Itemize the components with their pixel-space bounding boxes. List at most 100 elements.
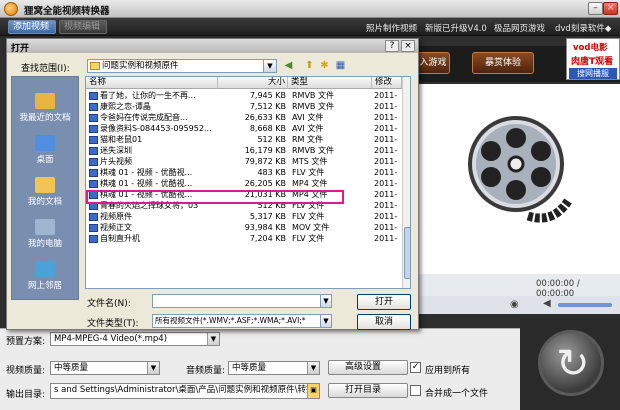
place-my-documents[interactable]: 我的文档 xyxy=(12,177,78,207)
convert-circle: ↻ xyxy=(538,330,604,396)
merge-checkbox[interactable] xyxy=(410,385,421,396)
scrollbar-thumb[interactable] xyxy=(404,227,410,279)
file-row[interactable]: 视频正文 93,984 KB MOV 文件 2011- xyxy=(86,222,402,233)
output-dir-input[interactable]: s and Settings\Administrator\桌面\产品\问题实例和… xyxy=(50,383,320,399)
file-modified: 2011- xyxy=(374,190,398,199)
link-web-games[interactable]: 极品网页游戏 xyxy=(494,22,545,34)
file-row[interactable]: 视频原件 5,317 KB FLV 文件 2011- xyxy=(86,211,402,222)
advanced-settings-button[interactable]: 高级设置 xyxy=(328,360,408,375)
column-header-name[interactable]: 名称 xyxy=(86,77,218,89)
file-modified: 2011- xyxy=(374,157,398,166)
place-recent-docs[interactable]: 我最近的文档 xyxy=(12,93,78,123)
file-size: 7,512 KB xyxy=(249,102,286,111)
back-icon[interactable]: ◀ xyxy=(282,60,295,72)
output-dir-label: 输出目录: xyxy=(6,390,46,400)
file-row[interactable]: 看了她，让你的一生不再... 7,945 KB RMVB 文件 2011- xyxy=(86,90,402,101)
place-label: 我的文档 xyxy=(27,197,62,207)
file-row[interactable]: 棋魂 01 - 视频 - 优酷视... 26,205 KB MP4 文件 2011- xyxy=(86,178,402,189)
apply-all-checkbox[interactable]: ✓ xyxy=(410,362,421,373)
file-type: RMVB 文件 xyxy=(292,102,334,111)
folder-icon[interactable]: ▣ xyxy=(307,384,319,398)
audio-quality-select[interactable]: 中等质量 ▼ xyxy=(228,361,320,375)
filetype-select[interactable]: 所有视频文件(*.WMV;*.ASF;*.WMA;*.AVI;* ▼ xyxy=(152,314,332,328)
file-row[interactable]: 自制直升机 7,204 KB FLV 文件 2011- xyxy=(86,233,402,244)
column-header-size[interactable]: 大小 xyxy=(218,77,288,89)
chevron-down-icon: ▼ xyxy=(320,315,331,327)
chevron-down-icon: ▼ xyxy=(207,333,219,345)
folder-icon xyxy=(90,62,100,70)
file-row[interactable]: 康熙之恋-谭晶 7,512 KB RMVB 文件 2011- xyxy=(86,101,402,112)
storm-experience-button[interactable]: 暴赏体验 xyxy=(472,52,534,74)
vod-ad-title: vod电影 xyxy=(573,43,608,53)
file-modified: 2011- xyxy=(374,135,398,144)
file-row[interactable]: 令爸妈在传说完成配音... 26,633 KB AVI 文件 2011- xyxy=(86,112,402,123)
vod-ad-banner[interactable]: vod电影 肉唐T观看 搜网播服 xyxy=(566,38,620,80)
file-modified: 2011- xyxy=(374,124,398,133)
dialog-help-button[interactable]: ? xyxy=(385,40,399,52)
desktop-icon xyxy=(35,135,55,151)
file-row[interactable]: 录像资料S-084453-095952... 8,668 KB AVI 文件 2011… xyxy=(86,123,402,134)
video-file-icon xyxy=(89,158,98,166)
place-network-places[interactable]: 网上邻居 xyxy=(12,261,78,291)
minimize-button[interactable]: – xyxy=(588,2,603,15)
new-folder-icon[interactable]: ✱ xyxy=(318,60,331,72)
enter-game-button[interactable]: 入游戏 xyxy=(416,52,450,74)
file-row[interactable]: 片头视频 79,872 KB MTS 文件 2011- xyxy=(86,156,402,167)
file-size: 483 KB xyxy=(257,168,286,177)
file-row[interactable]: 棋魂 01 - 视频 - 优酷视... 483 KB FLV 文件 2011- xyxy=(86,167,402,178)
merge-label: 合并成一个文件 xyxy=(425,389,489,399)
link-dvd-burn[interactable]: dvd刻录软件◆ xyxy=(555,22,611,34)
close-button[interactable]: × xyxy=(603,2,618,15)
highlight-annotation xyxy=(86,190,344,204)
video-file-icon xyxy=(89,235,98,243)
dialog-title-bar: 打开 ? × xyxy=(7,39,418,54)
up-folder-icon[interactable]: ⬆ xyxy=(303,60,316,72)
file-name: 视频原件 xyxy=(100,212,132,221)
vertical-scrollbar[interactable] xyxy=(402,77,410,288)
link-photo-video[interactable]: 照片制作视频 xyxy=(366,22,417,34)
video-file-icon xyxy=(89,125,98,133)
column-header-modified[interactable]: 修改 xyxy=(372,77,402,89)
place-label: 我的电脑 xyxy=(27,239,62,249)
cancel-button[interactable]: 取消 xyxy=(357,314,411,330)
volume-icon[interactable]: ◀ xyxy=(543,298,551,309)
open-directory-button[interactable]: 打开目录 xyxy=(328,383,408,398)
file-size: 26,205 KB xyxy=(244,179,286,188)
link-upgrade[interactable]: 新版已升级V4.0 xyxy=(425,22,487,34)
lookin-combo[interactable]: 问题实例和视频原件 ▼ xyxy=(87,59,277,73)
vod-ad-slogan: 肉唐T观看 xyxy=(571,57,614,67)
column-header-type[interactable]: 类型 xyxy=(288,77,372,89)
file-modified: 2011- xyxy=(374,102,398,111)
file-list[interactable]: 名称 大小 类型 修改 看了她，让你的一生不再... 7,945 KB RMVB 文… xyxy=(85,76,411,289)
file-name: 棋魂 01 - 视频 - 优酷视... xyxy=(100,168,193,177)
file-row[interactable]: 迷失深圳 16,179 KB RMVB 文件 2011- xyxy=(86,145,402,156)
video-file-icon xyxy=(89,114,98,122)
view-menu-icon[interactable]: ▦ xyxy=(334,60,347,72)
apply-all-label: 应用到所有 xyxy=(425,366,471,376)
file-type: FLV 文件 xyxy=(292,168,325,177)
volume-slider[interactable] xyxy=(558,303,612,307)
file-size: 7,945 KB xyxy=(249,91,286,100)
places-bar: 我最近的文档 桌面我的文档我的电脑网上邻居 xyxy=(11,76,79,300)
place-desktop[interactable]: 桌面 xyxy=(12,135,78,165)
add-video-button[interactable]: 添加视频 xyxy=(8,20,56,34)
file-type: MP4 文件 xyxy=(292,179,328,188)
place-my-computer[interactable]: 我的电脑 xyxy=(12,219,78,249)
filename-input[interactable]: ▼ xyxy=(152,294,332,308)
edit-video-button[interactable]: 视频编辑 xyxy=(59,20,107,34)
file-type: RMVB 文件 xyxy=(292,91,334,100)
refresh-arrow-icon: ↻ xyxy=(556,341,590,387)
player-controls: ◉ ◀ xyxy=(416,296,620,314)
video-quality-select[interactable]: 中等质量 ▼ xyxy=(50,361,160,375)
file-type: RM 文件 xyxy=(292,135,324,144)
file-row[interactable]: 猫和老鼠01 512 KB RM 文件 2011- xyxy=(86,134,402,145)
open-button[interactable]: 打开 xyxy=(357,294,411,310)
camera-icon[interactable]: ◉ xyxy=(510,299,519,310)
output-dir-value: s and Settings\Administrator\桌面\产品\问题实例和… xyxy=(54,385,315,395)
video-file-icon xyxy=(89,92,98,100)
preset-select[interactable]: MP4-MPEG-4 Video(*.mp4) ▼ xyxy=(50,332,220,346)
place-label: 网上邻居 xyxy=(27,281,62,291)
dialog-close-button[interactable]: × xyxy=(401,40,415,52)
settings-panel: 预置方案: MP4-MPEG-4 Video(*.mp4) ▼ 视频质量: 中等… xyxy=(0,328,520,410)
convert-button[interactable]: ↻ xyxy=(520,318,620,410)
